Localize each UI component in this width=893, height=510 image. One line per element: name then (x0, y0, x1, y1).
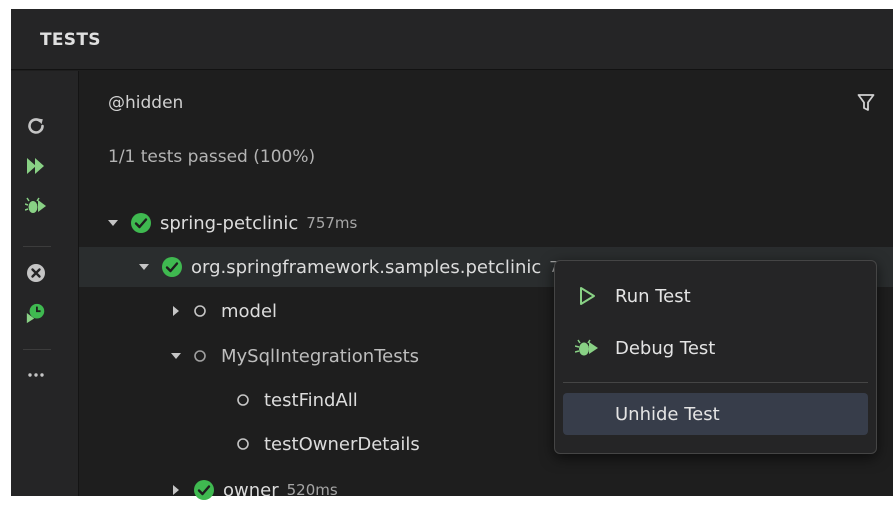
debug-all-icon[interactable] (25, 195, 47, 217)
tree-item-duration: 520ms (286, 481, 338, 499)
test-summary: 1/1 tests passed (100%) (108, 147, 316, 167)
filter-icon[interactable] (857, 93, 875, 117)
tree-item-label: MySqlIntegrationTests (221, 345, 420, 367)
unrun-icon (193, 349, 207, 363)
tree-item-label: testOwnerDetails (264, 433, 420, 455)
menu-item-label: Run Test (615, 285, 691, 307)
filter-input[interactable]: @hidden (108, 93, 183, 113)
context-menu: Run Test Debug Test Unhide Test (554, 260, 877, 454)
unrun-icon (236, 437, 250, 451)
tree-item-label: testFindAll (264, 389, 358, 411)
chevron-down-icon[interactable] (169, 349, 183, 363)
tree-item-label: spring-petclinic (160, 212, 299, 234)
test-toolbar (11, 71, 79, 496)
toolbar-divider (23, 349, 51, 350)
menu-divider (563, 382, 868, 383)
menu-item-label: Unhide Test (615, 403, 720, 425)
coverage-icon[interactable] (25, 302, 47, 324)
passed-icon (161, 256, 183, 278)
chevron-down-icon[interactable] (106, 216, 120, 230)
tree-item-label: model (221, 300, 278, 322)
run-all-icon[interactable] (25, 155, 47, 177)
chevron-right-icon[interactable] (169, 483, 183, 497)
unrun-icon (193, 304, 207, 318)
refresh-icon[interactable] (25, 115, 47, 137)
unhide-test-menu-item[interactable]: Unhide Test (563, 393, 868, 435)
chevron-right-icon[interactable] (169, 304, 183, 318)
tree-item-label: owner (223, 479, 279, 501)
more-icon[interactable] (25, 361, 47, 383)
tree-item-label: org.springframework.samples.petclinic (191, 256, 542, 278)
chevron-down-icon[interactable] (137, 260, 151, 274)
debug-test-menu-item[interactable]: Debug Test (563, 327, 868, 369)
menu-item-label: Debug Test (615, 337, 716, 359)
panel-title: TESTS (40, 30, 101, 50)
run-test-menu-item[interactable]: Run Test (563, 275, 868, 317)
unrun-icon (236, 393, 250, 407)
cancel-icon[interactable] (25, 262, 47, 284)
toolbar-divider (23, 246, 51, 247)
debug-icon (575, 336, 599, 360)
passed-icon (193, 479, 215, 501)
panel-header: TESTS (11, 9, 893, 70)
passed-icon (130, 212, 152, 234)
tree-item-spring-petclinic[interactable]: spring-petclinic 757ms (79, 203, 893, 243)
tree-item-owner[interactable]: owner 520ms (79, 470, 893, 510)
tree-item-duration: 757ms (306, 214, 358, 232)
play-icon (575, 284, 599, 308)
